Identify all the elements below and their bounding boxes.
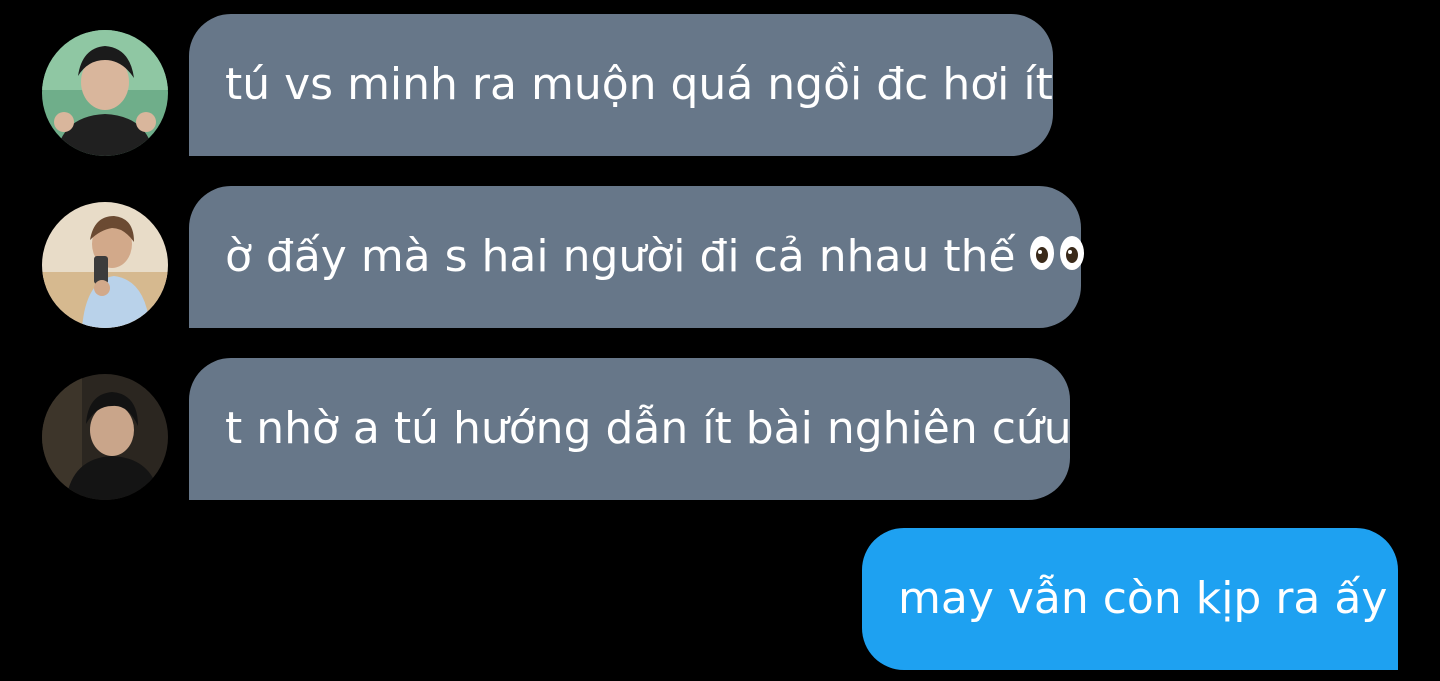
avatar[interactable] bbox=[42, 374, 168, 500]
message-bubble-incoming[interactable]: tú vs minh ra muộn quá ngồi đc hơi ít bbox=[189, 14, 1053, 156]
message-text: t nhờ a tú hướng dẫn ít bài nghiên cứu bbox=[225, 403, 1072, 454]
chat-thread: tú vs minh ra muộn quá ngồi đc hơi ít ờ … bbox=[0, 0, 1440, 681]
message-text: may vẫn còn kịp ra ấy bbox=[898, 573, 1388, 624]
message-text: tú vs minh ra muộn quá ngồi đc hơi ít bbox=[225, 59, 1053, 110]
avatar[interactable] bbox=[42, 202, 168, 328]
message-bubble-incoming[interactable]: ờ đấy mà s hai người đi cả nhau thế bbox=[189, 186, 1084, 328]
message-bubble-incoming[interactable]: t nhờ a tú hướng dẫn ít bài nghiên cứu bbox=[189, 358, 1072, 500]
message-bubble-outgoing[interactable]: may vẫn còn kịp ra ấy bbox=[862, 528, 1398, 670]
avatar-photo-icon bbox=[42, 30, 168, 156]
eyes-icon bbox=[1028, 234, 1086, 280]
avatar-photo-icon bbox=[42, 374, 168, 500]
avatar[interactable] bbox=[42, 30, 168, 156]
avatar-photo-icon bbox=[42, 202, 168, 328]
message-text: ờ đấy mà s hai người đi cả nhau thế bbox=[225, 231, 1016, 282]
